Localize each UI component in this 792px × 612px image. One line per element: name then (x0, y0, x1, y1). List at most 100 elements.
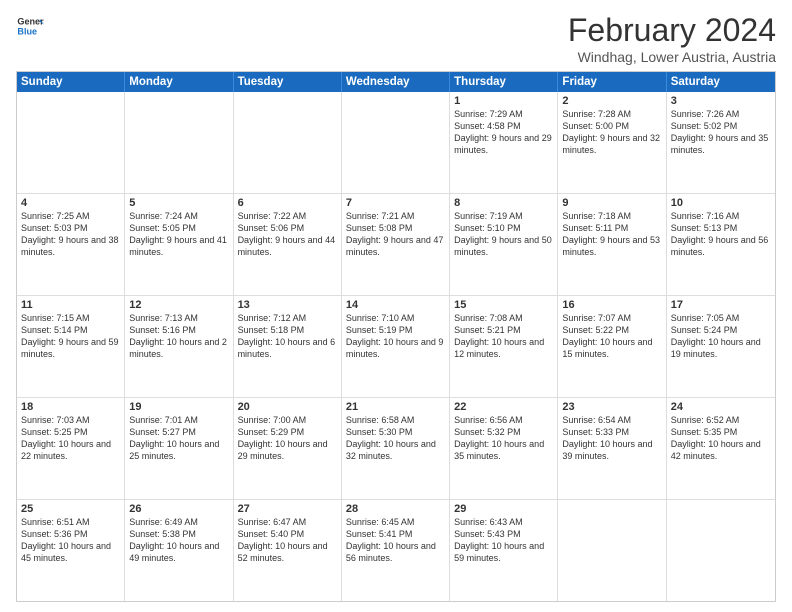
day-info: Sunrise: 7:22 AMSunset: 5:06 PMDaylight:… (238, 210, 337, 259)
day-info: Sunrise: 7:03 AMSunset: 5:25 PMDaylight:… (21, 414, 120, 463)
day-number: 22 (454, 401, 553, 413)
day-number: 6 (238, 197, 337, 209)
day-info: Sunrise: 7:25 AMSunset: 5:03 PMDaylight:… (21, 210, 120, 259)
cal-cell-0-6: 3Sunrise: 7:26 AMSunset: 5:02 PMDaylight… (667, 92, 775, 193)
day-info: Sunrise: 7:18 AMSunset: 5:11 PMDaylight:… (562, 210, 661, 259)
week-row-3: 11Sunrise: 7:15 AMSunset: 5:14 PMDayligh… (17, 296, 775, 398)
day-info: Sunrise: 6:52 AMSunset: 5:35 PMDaylight:… (671, 414, 771, 463)
day-info: Sunrise: 7:26 AMSunset: 5:02 PMDaylight:… (671, 108, 771, 157)
day-info: Sunrise: 7:01 AMSunset: 5:27 PMDaylight:… (129, 414, 228, 463)
cal-cell-4-3: 28Sunrise: 6:45 AMSunset: 5:41 PMDayligh… (342, 500, 450, 601)
day-info: Sunrise: 7:19 AMSunset: 5:10 PMDaylight:… (454, 210, 553, 259)
weekday-wednesday: Wednesday (342, 72, 450, 92)
cal-cell-2-0: 11Sunrise: 7:15 AMSunset: 5:14 PMDayligh… (17, 296, 125, 397)
week-row-4: 18Sunrise: 7:03 AMSunset: 5:25 PMDayligh… (17, 398, 775, 500)
day-number: 24 (671, 401, 771, 413)
cal-cell-1-0: 4Sunrise: 7:25 AMSunset: 5:03 PMDaylight… (17, 194, 125, 295)
week-row-1: 1Sunrise: 7:29 AMSunset: 4:58 PMDaylight… (17, 92, 775, 194)
cal-cell-3-5: 23Sunrise: 6:54 AMSunset: 5:33 PMDayligh… (558, 398, 666, 499)
day-number: 19 (129, 401, 228, 413)
week-row-5: 25Sunrise: 6:51 AMSunset: 5:36 PMDayligh… (17, 500, 775, 601)
location-title: Windhag, Lower Austria, Austria (568, 49, 776, 65)
day-info: Sunrise: 6:54 AMSunset: 5:33 PMDaylight:… (562, 414, 661, 463)
day-info: Sunrise: 6:58 AMSunset: 5:30 PMDaylight:… (346, 414, 445, 463)
cal-cell-4-2: 27Sunrise: 6:47 AMSunset: 5:40 PMDayligh… (234, 500, 342, 601)
day-info: Sunrise: 7:12 AMSunset: 5:18 PMDaylight:… (238, 312, 337, 361)
cal-cell-2-3: 14Sunrise: 7:10 AMSunset: 5:19 PMDayligh… (342, 296, 450, 397)
day-number: 21 (346, 401, 445, 413)
day-info: Sunrise: 7:05 AMSunset: 5:24 PMDaylight:… (671, 312, 771, 361)
day-number: 5 (129, 197, 228, 209)
day-number: 27 (238, 503, 337, 515)
day-number: 13 (238, 299, 337, 311)
weekday-saturday: Saturday (667, 72, 775, 92)
day-number: 20 (238, 401, 337, 413)
weekday-sunday: Sunday (17, 72, 125, 92)
cal-cell-3-4: 22Sunrise: 6:56 AMSunset: 5:32 PMDayligh… (450, 398, 558, 499)
weekday-thursday: Thursday (450, 72, 558, 92)
day-info: Sunrise: 6:43 AMSunset: 5:43 PMDaylight:… (454, 516, 553, 565)
day-info: Sunrise: 6:47 AMSunset: 5:40 PMDaylight:… (238, 516, 337, 565)
day-number: 11 (21, 299, 120, 311)
day-number: 25 (21, 503, 120, 515)
cal-cell-3-0: 18Sunrise: 7:03 AMSunset: 5:25 PMDayligh… (17, 398, 125, 499)
logo: General Blue (16, 12, 44, 40)
week-row-2: 4Sunrise: 7:25 AMSunset: 5:03 PMDaylight… (17, 194, 775, 296)
day-info: Sunrise: 7:00 AMSunset: 5:29 PMDaylight:… (238, 414, 337, 463)
day-number: 18 (21, 401, 120, 413)
cal-cell-4-0: 25Sunrise: 6:51 AMSunset: 5:36 PMDayligh… (17, 500, 125, 601)
cal-cell-2-4: 15Sunrise: 7:08 AMSunset: 5:21 PMDayligh… (450, 296, 558, 397)
cal-cell-1-6: 10Sunrise: 7:16 AMSunset: 5:13 PMDayligh… (667, 194, 775, 295)
month-title: February 2024 (568, 12, 776, 49)
cal-cell-0-5: 2Sunrise: 7:28 AMSunset: 5:00 PMDaylight… (558, 92, 666, 193)
cal-cell-1-3: 7Sunrise: 7:21 AMSunset: 5:08 PMDaylight… (342, 194, 450, 295)
weekday-monday: Monday (125, 72, 233, 92)
weekday-tuesday: Tuesday (234, 72, 342, 92)
day-number: 2 (562, 95, 661, 107)
day-info: Sunrise: 6:56 AMSunset: 5:32 PMDaylight:… (454, 414, 553, 463)
cal-cell-2-5: 16Sunrise: 7:07 AMSunset: 5:22 PMDayligh… (558, 296, 666, 397)
day-info: Sunrise: 7:24 AMSunset: 5:05 PMDaylight:… (129, 210, 228, 259)
day-info: Sunrise: 6:45 AMSunset: 5:41 PMDaylight:… (346, 516, 445, 565)
cal-cell-0-2 (234, 92, 342, 193)
cal-cell-0-0 (17, 92, 125, 193)
header: General Blue February 2024 Windhag, Lowe… (16, 12, 776, 65)
cal-cell-0-1 (125, 92, 233, 193)
day-info: Sunrise: 6:49 AMSunset: 5:38 PMDaylight:… (129, 516, 228, 565)
day-number: 15 (454, 299, 553, 311)
cal-cell-2-1: 12Sunrise: 7:13 AMSunset: 5:16 PMDayligh… (125, 296, 233, 397)
day-number: 23 (562, 401, 661, 413)
cal-cell-1-5: 9Sunrise: 7:18 AMSunset: 5:11 PMDaylight… (558, 194, 666, 295)
cal-cell-0-4: 1Sunrise: 7:29 AMSunset: 4:58 PMDaylight… (450, 92, 558, 193)
svg-text:Blue: Blue (17, 26, 37, 36)
cal-cell-4-1: 26Sunrise: 6:49 AMSunset: 5:38 PMDayligh… (125, 500, 233, 601)
title-block: February 2024 Windhag, Lower Austria, Au… (568, 12, 776, 65)
cal-cell-1-4: 8Sunrise: 7:19 AMSunset: 5:10 PMDaylight… (450, 194, 558, 295)
day-number: 7 (346, 197, 445, 209)
cal-cell-3-6: 24Sunrise: 6:52 AMSunset: 5:35 PMDayligh… (667, 398, 775, 499)
day-number: 1 (454, 95, 553, 107)
day-info: Sunrise: 7:15 AMSunset: 5:14 PMDaylight:… (21, 312, 120, 361)
day-number: 29 (454, 503, 553, 515)
day-info: Sunrise: 7:16 AMSunset: 5:13 PMDaylight:… (671, 210, 771, 259)
day-number: 12 (129, 299, 228, 311)
cal-cell-3-2: 20Sunrise: 7:00 AMSunset: 5:29 PMDayligh… (234, 398, 342, 499)
calendar: Sunday Monday Tuesday Wednesday Thursday… (16, 71, 776, 602)
day-number: 17 (671, 299, 771, 311)
day-info: Sunrise: 7:08 AMSunset: 5:21 PMDaylight:… (454, 312, 553, 361)
cal-cell-3-1: 19Sunrise: 7:01 AMSunset: 5:27 PMDayligh… (125, 398, 233, 499)
day-number: 16 (562, 299, 661, 311)
calendar-header: Sunday Monday Tuesday Wednesday Thursday… (17, 72, 775, 92)
day-number: 9 (562, 197, 661, 209)
cal-cell-4-6 (667, 500, 775, 601)
day-number: 14 (346, 299, 445, 311)
day-info: Sunrise: 7:21 AMSunset: 5:08 PMDaylight:… (346, 210, 445, 259)
day-info: Sunrise: 7:29 AMSunset: 4:58 PMDaylight:… (454, 108, 553, 157)
cal-cell-1-1: 5Sunrise: 7:24 AMSunset: 5:05 PMDaylight… (125, 194, 233, 295)
cal-cell-0-3 (342, 92, 450, 193)
cal-cell-4-5 (558, 500, 666, 601)
cal-cell-2-2: 13Sunrise: 7:12 AMSunset: 5:18 PMDayligh… (234, 296, 342, 397)
day-info: Sunrise: 7:10 AMSunset: 5:19 PMDaylight:… (346, 312, 445, 361)
day-number: 4 (21, 197, 120, 209)
page: General Blue February 2024 Windhag, Lowe… (0, 0, 792, 612)
